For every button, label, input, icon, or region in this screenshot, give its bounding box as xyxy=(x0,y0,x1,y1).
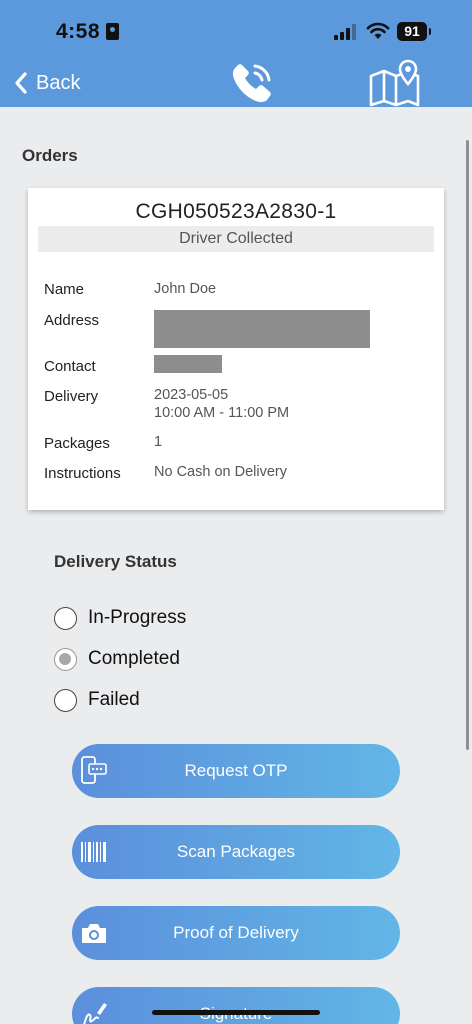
map-pin-icon[interactable] xyxy=(368,58,422,108)
scan-packages-label: Scan Packages xyxy=(176,842,296,861)
contact-label: Contact xyxy=(44,358,96,375)
packages-label: Packages xyxy=(44,435,110,452)
delivery-label: Delivery xyxy=(44,388,99,405)
proof-of-delivery-label: Proof of Delivery xyxy=(173,923,299,942)
radio-completed[interactable]: Completed xyxy=(54,646,180,672)
app-header: 4:58 91 Back xyxy=(0,0,472,107)
radio-label: In-Progress xyxy=(88,607,187,628)
address-redacted xyxy=(154,310,370,348)
signature-label: Signature xyxy=(72,987,400,1024)
name-label: Name xyxy=(44,281,85,298)
address-label: Address xyxy=(44,312,100,329)
radio-label: Completed xyxy=(88,648,180,669)
request-otp-button[interactable]: Request OTP xyxy=(72,744,400,798)
battery-icon: 91 xyxy=(397,22,431,41)
signature-button[interactable]: Signature xyxy=(72,987,400,1024)
delivery-window: 10:00 AM - 11:00 PM xyxy=(154,405,290,421)
scan-packages-button[interactable]: Scan Packages xyxy=(72,825,400,879)
focus-badge-icon xyxy=(106,23,119,40)
home-indicator[interactable] xyxy=(152,1010,320,1015)
radio-in-progress[interactable]: In-Progress xyxy=(54,605,186,631)
radio-button[interactable] xyxy=(54,688,77,712)
back-button[interactable]: Back xyxy=(14,68,80,98)
radio-failed[interactable]: Failed xyxy=(54,687,140,713)
order-id: CGH050523A2830-1 xyxy=(135,200,337,223)
radio-button-selected[interactable] xyxy=(54,647,77,671)
section-title: Orders xyxy=(22,146,78,165)
radio-button[interactable] xyxy=(54,606,77,630)
order-card: CGH050523A2830-1 Driver Collected Name J… xyxy=(28,188,444,510)
instructions-value: No Cash on Delivery xyxy=(154,464,287,480)
instructions-label: Instructions xyxy=(44,465,121,482)
chevron-left-icon xyxy=(15,72,27,94)
packages-value: 1 xyxy=(154,434,163,450)
order-status-badge: Driver Collected xyxy=(38,226,434,252)
delivery-date: 2023-05-05 xyxy=(154,387,229,403)
cellular-signal-icon xyxy=(334,24,356,40)
wifi-icon xyxy=(366,22,390,39)
back-label: Back xyxy=(36,71,81,94)
proof-of-delivery-button[interactable]: Proof of Delivery xyxy=(72,906,400,960)
status-time: 4:58 xyxy=(56,20,101,43)
scrollbar[interactable] xyxy=(466,140,469,750)
radio-label: Failed xyxy=(88,689,140,710)
phone-call-icon[interactable] xyxy=(226,58,278,110)
status-bar: 4:58 91 xyxy=(0,0,472,62)
contact-redacted xyxy=(154,355,222,373)
name-value: John Doe xyxy=(154,281,217,297)
request-otp-label: Request OTP xyxy=(184,761,288,780)
delivery-status-title: Delivery Status xyxy=(54,552,177,571)
